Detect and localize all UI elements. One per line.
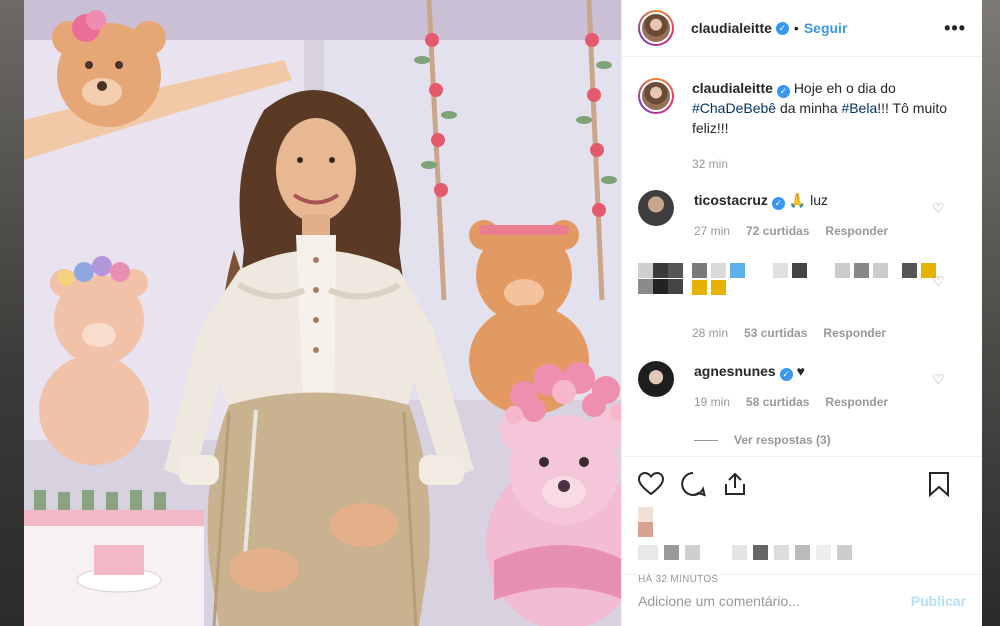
comment-time[interactable]: 19 min — [694, 392, 730, 412]
caption-username[interactable]: claudialeitte — [692, 80, 773, 96]
comment-body: ticostacruz ✓ 🙏 luz 27 min 72 curtidas Re… — [694, 190, 966, 241]
verified-icon: ✓ — [771, 197, 785, 210]
author-username[interactable]: claudialeitte — [691, 20, 772, 36]
verified-icon: ✓ — [775, 21, 789, 35]
comment-text: 🙏 luz — [788, 192, 829, 208]
more-options-icon[interactable]: ••• — [944, 18, 966, 39]
likes-pixelated — [638, 545, 966, 560]
save-bookmark-icon[interactable] — [928, 471, 950, 497]
pixelated-text-2 — [692, 280, 966, 295]
post-header: claudialeitte ✓ • Seguir ••• — [622, 0, 982, 57]
caption-meta: 32 min — [692, 154, 966, 174]
hashtag-link[interactable]: #Bela — [841, 100, 877, 116]
like-comment-icon[interactable]: ♡ — [932, 200, 945, 216]
avatar-image — [638, 190, 674, 226]
reply-button[interactable]: Responder — [823, 323, 886, 343]
comment-meta: 19 min 58 curtidas Responder — [694, 392, 966, 412]
replies-line — [694, 439, 718, 441]
comment-item: ticostacruz ✓ 🙏 luz 27 min 72 curtidas Re… — [638, 190, 966, 241]
pixelated-avatar — [638, 263, 683, 295]
comment-username[interactable]: agnesnunes — [694, 363, 776, 379]
caption-text-middle: da minha — [779, 100, 838, 116]
comment-body: agnesnunes ✓ ♥ 19 min 58 curtidas Respond… — [694, 361, 966, 450]
comment-likes[interactable]: 72 curtidas — [746, 221, 809, 241]
commenter-avatar[interactable] — [638, 190, 674, 226]
caption: claudialeitte ✓ Hoje eh o dia do #ChaDeBe… — [638, 78, 966, 174]
author-avatar[interactable] — [638, 10, 674, 46]
comment-username[interactable]: ticostacruz — [694, 192, 768, 208]
separator-dot: • — [793, 20, 799, 36]
like-comment-icon[interactable]: ♡ — [932, 371, 945, 387]
comment-icon[interactable] — [680, 471, 706, 497]
comment-body: 28 min 53 curtidas Responder — [692, 259, 966, 343]
publish-button[interactable]: Publicar — [911, 593, 966, 609]
comment-likes[interactable]: 58 curtidas — [746, 392, 809, 412]
verified-icon: ✓ — [779, 368, 793, 381]
add-comment-bar: Publicar — [622, 574, 982, 626]
pixelated-text — [692, 263, 966, 278]
post-photo[interactable] — [24, 0, 621, 626]
comment-input[interactable] — [638, 592, 911, 609]
reply-button[interactable]: Responder — [825, 221, 888, 241]
commenter-avatar[interactable] — [638, 361, 674, 397]
caption-text-before: Hoje eh o dia do — [793, 80, 896, 96]
comment-likes[interactable]: 53 curtidas — [744, 323, 807, 343]
photo-illustration — [24, 0, 621, 626]
liked-by-avatar-pixelated — [638, 507, 966, 537]
post-actions: HÁ 32 MINUTOS — [622, 456, 982, 585]
share-icon[interactable] — [722, 471, 748, 497]
hashtag-link[interactable]: #ChaDeBebê — [692, 100, 776, 116]
avatar-image — [640, 80, 672, 112]
backdrop-left — [0, 0, 24, 626]
avatar-image — [640, 12, 672, 44]
comment-text: ♥ — [796, 363, 805, 379]
like-comment-icon[interactable]: ♡ — [932, 273, 945, 289]
reply-button[interactable]: Responder — [825, 392, 888, 412]
view-replies[interactable]: Ver respostas (3) — [694, 430, 966, 450]
caption-avatar[interactable] — [638, 78, 674, 114]
backdrop-right — [980, 0, 1000, 626]
caption-time[interactable]: 32 min — [692, 154, 728, 174]
comment-item: agnesnunes ✓ ♥ 19 min 58 curtidas Respond… — [638, 361, 966, 450]
follow-button[interactable]: Seguir — [804, 20, 848, 36]
like-icon[interactable] — [638, 472, 664, 496]
avatar-image — [638, 361, 674, 397]
view-replies-label[interactable]: Ver respostas (3) — [734, 430, 831, 450]
comment-item-redacted: 28 min 53 curtidas Responder ♡ — [638, 259, 966, 343]
comment-meta: 28 min 53 curtidas Responder — [692, 323, 966, 343]
comment-time[interactable]: 27 min — [694, 221, 730, 241]
caption-body: claudialeitte ✓ Hoje eh o dia do #ChaDeBe… — [692, 78, 966, 174]
comment-meta: 27 min 72 curtidas Responder — [694, 221, 966, 241]
post-side-panel: claudialeitte ✓ • Seguir ••• claudialeit… — [621, 0, 982, 626]
verified-icon: ✓ — [776, 85, 790, 98]
comments-list[interactable]: claudialeitte ✓ Hoje eh o dia do #ChaDeBe… — [622, 58, 982, 455]
comment-time[interactable]: 28 min — [692, 323, 728, 343]
action-icons — [638, 469, 966, 499]
